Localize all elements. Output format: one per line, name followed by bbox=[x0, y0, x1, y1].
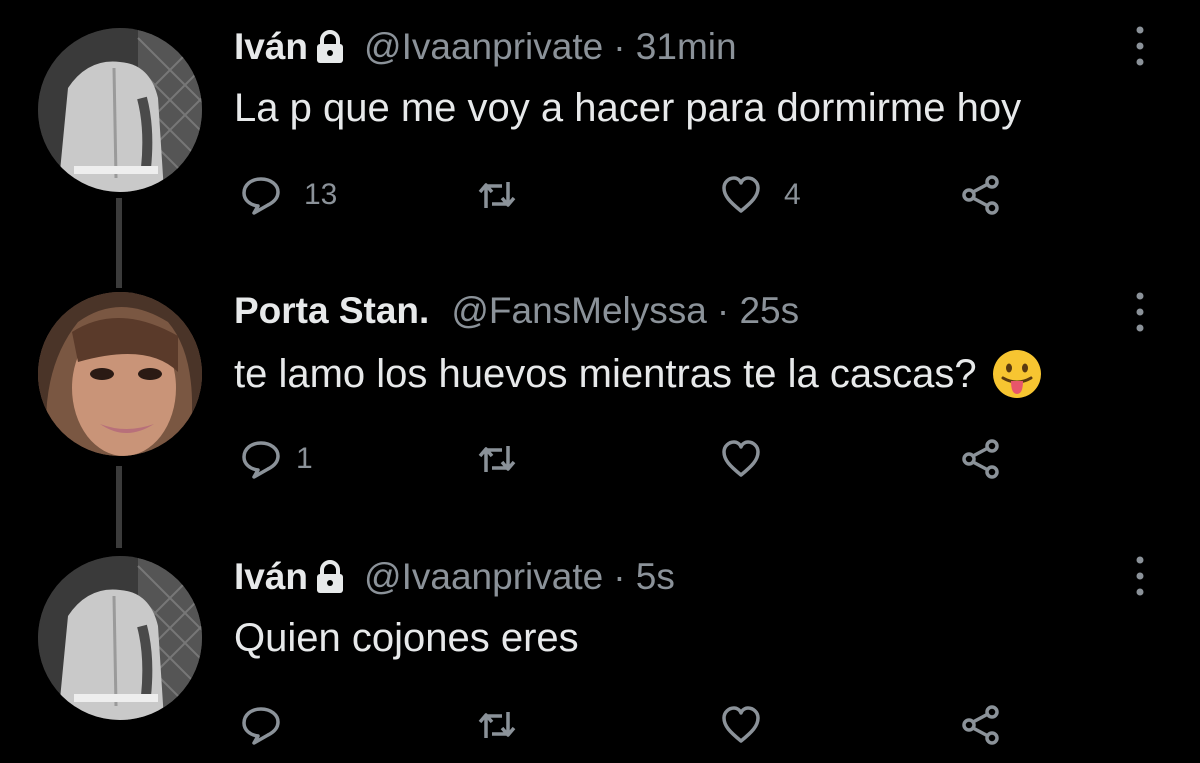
timestamp[interactable]: · 25s bbox=[717, 290, 799, 332]
retweet-button[interactable] bbox=[476, 702, 540, 748]
lock-icon bbox=[314, 560, 346, 594]
tweet-actions bbox=[240, 702, 1040, 748]
more-options-icon[interactable] bbox=[1130, 554, 1150, 598]
share-icon bbox=[962, 175, 999, 215]
retweet-icon bbox=[478, 182, 516, 208]
tweet-body: Quien cojones eres bbox=[234, 615, 579, 660]
user-handle[interactable]: @FansMelyssa bbox=[451, 290, 707, 332]
user-handle[interactable]: @Ivaanprivate bbox=[364, 556, 603, 598]
tweet-text: Quien cojones eres bbox=[234, 612, 579, 664]
heart-icon bbox=[722, 176, 760, 213]
tweet-header: Iván @Ivaanprivate · 31min bbox=[234, 24, 737, 70]
display-name[interactable]: Iván bbox=[234, 26, 308, 68]
share-button[interactable] bbox=[960, 172, 1002, 218]
share-button[interactable] bbox=[960, 436, 1002, 482]
tweet-text: La p que me voy a hacer para dormirme ho… bbox=[234, 82, 1021, 134]
tweet[interactable]: Iván @Ivaanprivate · 31min La p que me v… bbox=[0, 0, 1200, 270]
lock-icon bbox=[314, 30, 346, 64]
avatar[interactable] bbox=[38, 292, 202, 456]
share-icon bbox=[962, 439, 999, 479]
like-button[interactable] bbox=[720, 436, 784, 482]
retweet-icon bbox=[478, 446, 516, 472]
tweet-body: La p que me voy a hacer para dormirme ho… bbox=[234, 85, 1022, 130]
retweet-icon bbox=[478, 712, 516, 738]
share-icon bbox=[962, 705, 999, 745]
like-count: 4 bbox=[784, 178, 801, 211]
display-name[interactable]: Porta Stan. bbox=[234, 290, 429, 332]
more-options-icon[interactable] bbox=[1130, 290, 1150, 334]
avatar[interactable] bbox=[38, 28, 202, 192]
timestamp[interactable]: · 5s bbox=[613, 556, 675, 598]
tweet-body: te lamo los huevos mientras te la cascas… bbox=[234, 351, 977, 396]
reply-icon bbox=[242, 177, 280, 215]
conversation-thread: Iván @Ivaanprivate · 31min La p que me v… bbox=[0, 0, 1200, 763]
heart-icon bbox=[722, 440, 760, 477]
timestamp[interactable]: · 31min bbox=[613, 26, 736, 68]
reply-icon bbox=[242, 441, 280, 479]
reply-count: 13 bbox=[304, 178, 338, 211]
tweet-actions: 13 4 bbox=[240, 172, 1040, 218]
display-name[interactable]: Iván bbox=[234, 556, 308, 598]
tweet-header: Porta Stan. @FansMelyssa · 25s bbox=[234, 288, 799, 334]
heart-icon bbox=[722, 706, 760, 743]
like-button[interactable] bbox=[720, 702, 784, 748]
face-with-tongue-emoji bbox=[991, 348, 1043, 400]
retweet-button[interactable] bbox=[476, 172, 540, 218]
reply-icon bbox=[242, 707, 280, 745]
reply-button[interactable]: 1 bbox=[240, 436, 313, 482]
retweet-button[interactable] bbox=[476, 436, 540, 482]
share-button[interactable] bbox=[960, 702, 1002, 748]
tweet-actions: 1 bbox=[240, 436, 1040, 482]
tweet[interactable]: Porta Stan. @FansMelyssa · 25s te lamo l… bbox=[0, 270, 1200, 540]
user-handle[interactable]: @Ivaanprivate bbox=[364, 26, 603, 68]
more-options-icon[interactable] bbox=[1130, 24, 1150, 68]
tweet[interactable]: Iván @Ivaanprivate · 5s Quien cojones er… bbox=[0, 540, 1200, 763]
like-button[interactable]: 4 bbox=[720, 172, 801, 218]
reply-button[interactable]: 13 bbox=[240, 172, 337, 218]
tweet-text: te lamo los huevos mientras te la cascas… bbox=[234, 346, 1043, 402]
avatar[interactable] bbox=[38, 556, 202, 720]
reply-button[interactable] bbox=[240, 702, 304, 748]
tweet-header: Iván @Ivaanprivate · 5s bbox=[234, 554, 675, 600]
reply-count: 1 bbox=[296, 442, 313, 475]
